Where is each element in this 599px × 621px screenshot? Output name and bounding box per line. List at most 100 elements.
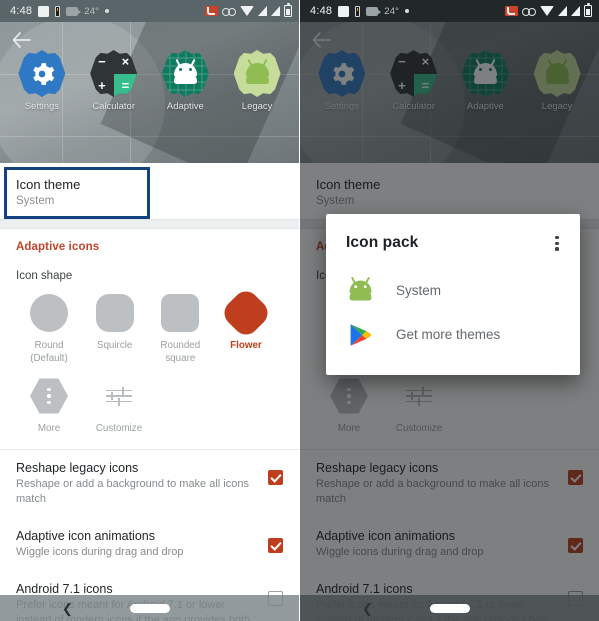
tune-sliders-icon: [100, 377, 138, 415]
temperature-label: 24°: [384, 5, 400, 17]
nav-back-chevron-icon[interactable]: ❮: [62, 602, 73, 615]
shape-option-customize[interactable]: Customize: [88, 377, 150, 435]
battery-icon: [584, 2, 592, 17]
app-icon-label: Legacy: [241, 101, 273, 112]
shape-option-flower[interactable]: Flower: [215, 286, 277, 365]
screenshot-stage: 4:48 24° Settings − × + = Calculator Ada…: [0, 0, 599, 621]
icon-theme-title: Icon theme: [16, 177, 81, 192]
signal-icon-2: [571, 6, 580, 16]
shape-label: Roundedsquare: [160, 340, 201, 364]
rounded-square-shape-icon: [161, 294, 200, 332]
wifi-icon: [540, 6, 554, 16]
shape-label: Round(Default): [30, 340, 68, 364]
status-bar-clock: 4:48: [10, 5, 33, 17]
app-icon-label: Settings: [24, 101, 60, 112]
calculator-icon: − × + =: [90, 50, 138, 97]
settings-gear-icon: [18, 50, 66, 97]
squircle-shape-icon: [95, 294, 134, 332]
app-icon-label: Calculator: [92, 101, 136, 112]
pref-subtitle: Wiggle icons during drag and drop: [16, 546, 184, 558]
battery-small-icon: [355, 5, 361, 17]
pref-title: Adaptive icon animations: [16, 529, 155, 543]
android-robot-icon: [346, 276, 374, 304]
pref-checkbox[interactable]: [268, 538, 283, 553]
dialog-item-system[interactable]: System: [326, 269, 580, 313]
focus-highlight-box: [4, 167, 150, 219]
nav-home-pill-icon[interactable]: [429, 603, 470, 613]
calc-key-times: ×: [121, 54, 130, 70]
wifi-icon: [240, 6, 254, 16]
dialog-title: Icon pack: [346, 234, 419, 252]
signal-icon-2: [271, 6, 280, 16]
play-store-icon: [346, 322, 374, 348]
calc-key-minus: −: [98, 54, 106, 70]
status-bar-left: 4:48 24°: [10, 5, 110, 17]
adaptive-icons-header: Adaptive icons: [16, 241, 100, 253]
nav-back-chevron-icon[interactable]: ❮: [362, 602, 373, 615]
shape-label: Squircle: [96, 340, 133, 351]
flower-shape-icon: [219, 286, 273, 340]
dialog-item-get-more-themes[interactable]: Get more themes: [326, 313, 580, 357]
shape-option-more[interactable]: More: [18, 377, 80, 435]
right-phone-panel: 4:48 24° Icon pack System Get more theme…: [299, 0, 599, 621]
battery-small-icon: [55, 5, 61, 17]
dialog-item-label: Get more themes: [396, 327, 501, 343]
cast-icon: [505, 6, 518, 16]
camera-icon: [66, 6, 82, 16]
system-nav-bar: ❮: [0, 595, 299, 621]
app-icon-legacy[interactable]: Legacy: [229, 50, 285, 112]
battery-icon: [284, 2, 292, 17]
icon-shape-subheader: Icon shape: [16, 270, 73, 282]
app-icon-label: Adaptive: [166, 101, 204, 112]
dialog-header: Icon pack: [326, 230, 580, 255]
system-nav-bar: ❮: [300, 595, 599, 621]
dot-icon: [405, 9, 410, 13]
pref-reshape-legacy-icons[interactable]: Reshape legacy icons Reshape or add a ba…: [0, 450, 299, 518]
icon-theme-value: System: [16, 195, 55, 207]
signal-icon: [258, 6, 267, 16]
square-icon: [338, 5, 350, 17]
icon-pack-dialog: Icon pack System Get more themes: [326, 214, 580, 375]
pref-title: Reshape legacy icons: [16, 461, 139, 475]
app-icon-row: Settings − × + = Calculator: [0, 50, 299, 112]
dialog-item-list: System Get more themes: [326, 269, 580, 357]
shape-option-squircle[interactable]: Squircle: [84, 294, 146, 365]
nav-home-pill-icon[interactable]: [129, 603, 170, 613]
icon-theme-row[interactable]: Icon theme System: [0, 163, 299, 219]
cast-icon: [205, 6, 218, 16]
status-bar-clock: 4:48: [310, 5, 333, 17]
dialog-item-label: System: [396, 283, 442, 299]
dot-icon: [105, 9, 110, 13]
calc-key-equals: =: [113, 73, 138, 97]
status-bar: 4:48 24°: [300, 0, 599, 22]
signal-icon: [558, 6, 567, 16]
calc-key-plus: +: [98, 77, 106, 93]
app-icon-calculator[interactable]: − × + = Calculator: [86, 50, 142, 112]
android-robot-icon: [161, 50, 209, 97]
round-shape-icon: [30, 294, 68, 332]
shape-label: Customize: [95, 423, 143, 434]
back-arrow-icon[interactable]: [8, 27, 34, 53]
kebab-menu-icon[interactable]: [548, 232, 566, 255]
app-icon-settings[interactable]: Settings: [14, 50, 70, 112]
pref-adaptive-icon-animations[interactable]: Adaptive icon animations Wiggle icons du…: [0, 518, 299, 571]
icon-shape-row-2: More Customize: [16, 365, 283, 449]
app-icon-adaptive[interactable]: Adaptive: [157, 50, 213, 112]
shape-option-rounded-square[interactable]: Roundedsquare: [149, 294, 211, 365]
left-phone-panel: 4:48 24° Settings − × + = Calculator Ada…: [0, 0, 299, 621]
icon-preview-hero: Settings − × + = Calculator: [0, 22, 299, 163]
shape-label: More: [37, 423, 61, 434]
glasses-icon: [522, 7, 536, 16]
android-robot-icon: [233, 50, 281, 97]
status-bar-right: [205, 2, 292, 17]
shape-label: Flower: [230, 340, 262, 351]
pref-checkbox[interactable]: [268, 470, 283, 485]
camera-icon: [366, 6, 382, 16]
glasses-icon: [222, 7, 236, 16]
status-bar-left: 4:48 24°: [310, 5, 410, 17]
pref-subtitle: Reshape or add a background to make all …: [16, 478, 249, 505]
shape-option-round[interactable]: Round(Default): [18, 294, 80, 365]
temperature-label: 24°: [84, 5, 100, 17]
hexagon-more-icon: [30, 378, 68, 414]
square-icon: [38, 5, 50, 17]
